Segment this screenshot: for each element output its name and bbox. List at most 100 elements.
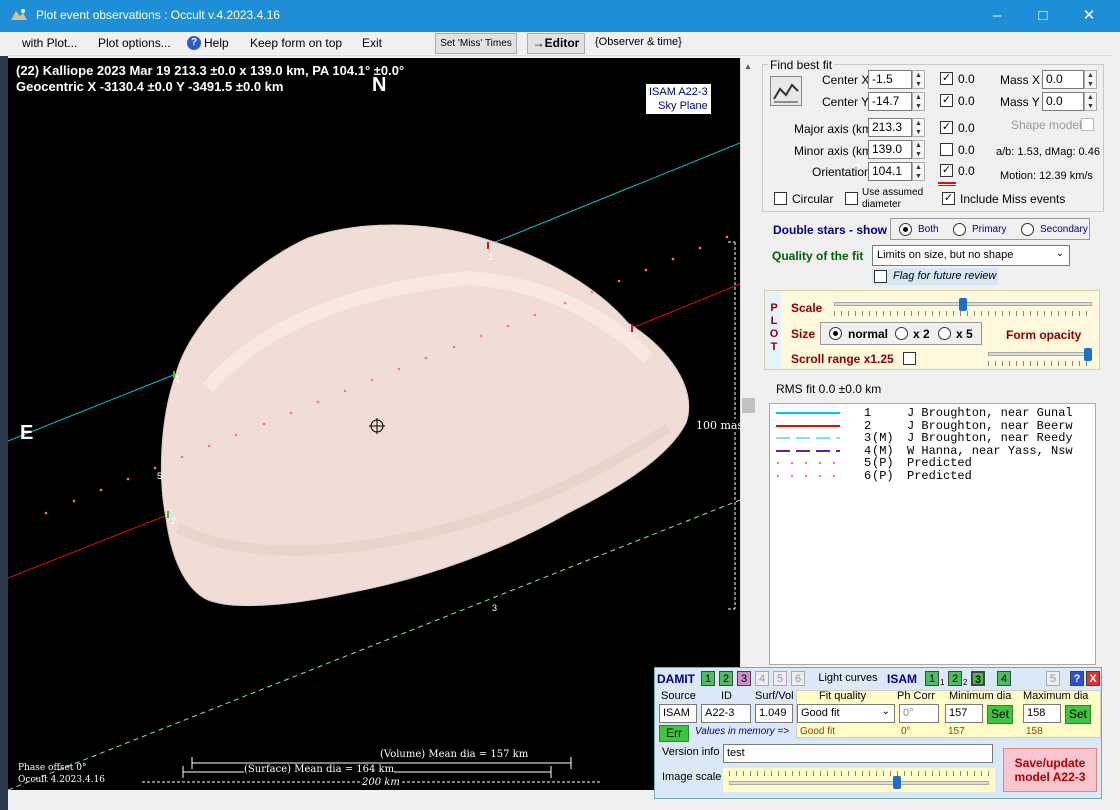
center-x-checkbox[interactable]: ✓ [940, 72, 953, 85]
id-header: ID [721, 690, 732, 702]
close-panel-button[interactable]: X [1086, 671, 1100, 686]
set-miss-times-button[interactable]: Set 'Miss' Times [435, 33, 517, 54]
menu-with-plot[interactable]: with Plot... [22, 36, 77, 50]
center-y-field[interactable]: -14.7 [868, 92, 912, 111]
size-normal-label: normal [848, 327, 889, 341]
ph-corr-header: Ph Corr [897, 690, 935, 702]
image-scale-thumb[interactable] [892, 776, 901, 789]
scroll-range-checkbox[interactable] [903, 352, 916, 365]
form-opacity-track [988, 352, 1092, 356]
double-stars-primary-radio[interactable] [953, 223, 966, 236]
double-stars-secondary-label: Secondary [1040, 224, 1088, 235]
ph-corr-field[interactable]: 0° [899, 704, 939, 723]
max-dia-field[interactable]: 158 [1023, 704, 1061, 723]
menu-observer-time[interactable]: {Observer & time} [595, 36, 682, 48]
use-assumed-diameter-checkbox[interactable] [845, 192, 858, 205]
editor-button[interactable]: →Editor [527, 33, 585, 54]
close-icon[interactable]: ✕ [1066, 0, 1112, 32]
isam-1-button[interactable]: 1 [925, 671, 939, 686]
major-axis-spinner[interactable]: ▲ ▼ [912, 118, 925, 137]
orientation-spinner[interactable]: ▲ ▼ [912, 162, 925, 181]
damit-2-button[interactable]: 2 [719, 671, 733, 686]
center-x-field[interactable]: -1.5 [868, 70, 912, 89]
chord-1-right [487, 142, 740, 246]
mass-x-spinner[interactable]: ▲ ▼ [1084, 70, 1097, 89]
include-miss-checkbox[interactable]: ✓ [942, 192, 955, 205]
set-max-dia-button[interactable]: Set [1065, 705, 1091, 724]
orientation-checkbox[interactable]: ✓ [940, 164, 953, 177]
isam-3-button[interactable]: 3 [971, 671, 985, 686]
image-scale-slider[interactable] [723, 768, 995, 792]
quality-fit-value: Limits on size, but no shape [877, 249, 1014, 261]
isam-2-button[interactable]: 2 [948, 671, 962, 686]
scroll-thumb[interactable] [742, 398, 755, 413]
surface-dia-label: (Surface) Mean dia = 164 km [244, 764, 395, 775]
light-curves-button[interactable]: Light curves [817, 672, 879, 684]
image-scale-track [729, 781, 989, 785]
save-update-model-button[interactable]: Save/update model A22-3 [1003, 748, 1097, 792]
size-x5-radio[interactable] [938, 327, 951, 340]
set-min-dia-button[interactable]: Set [987, 705, 1013, 724]
maximize-icon[interactable]: □ [1020, 0, 1066, 32]
north-label: N [372, 74, 387, 96]
surf-vol-field[interactable]: 1.049 [755, 704, 793, 723]
memory-ph-corr: 0° [901, 726, 911, 737]
orientation-indicator [938, 182, 956, 186]
menu-keep-on-top[interactable]: Keep form on top [250, 36, 342, 50]
quality-fit-label: Quality of the fit [772, 249, 864, 263]
damit-6-button[interactable]: 6 [791, 671, 805, 686]
damit-4-button[interactable]: 4 [755, 671, 769, 686]
plot-canvas[interactable]: (22) Kalliope 2023 Mar 19 213.3 ±0.0 x 1… [8, 58, 740, 790]
orientation-field[interactable]: 104.1 [868, 162, 912, 181]
scale-slider-thumb[interactable] [959, 298, 967, 311]
flag-review-checkbox[interactable] [874, 270, 887, 283]
help-button[interactable]: ? [1070, 671, 1084, 686]
version-info-field[interactable]: test [723, 744, 993, 763]
minimize-icon[interactable]: – [974, 0, 1020, 32]
isam-4-button[interactable]: 4 [997, 671, 1011, 686]
double-stars-secondary-radio[interactable] [1021, 223, 1034, 236]
volume-dia-label: (Volume) Mean dia = 157 km [380, 749, 529, 760]
mass-y-spinner[interactable]: ▲ ▼ [1084, 92, 1097, 111]
form-opacity-slider[interactable] [986, 346, 1096, 368]
quality-fit-select[interactable]: Limits on size, but no shape ⌄ [872, 245, 1070, 266]
mass-y-field[interactable]: 0.0 [1042, 92, 1084, 111]
menu-plot-options[interactable]: Plot options... [98, 36, 171, 50]
form-opacity-thumb[interactable] [1084, 348, 1092, 361]
circular-checkbox[interactable] [774, 192, 787, 205]
mass-y-label: Mass Y [1000, 95, 1040, 109]
minor-axis-checkbox[interactable] [940, 143, 953, 156]
id-field[interactable]: A22-3 [701, 704, 751, 723]
double-stars-both-radio[interactable] [899, 223, 912, 236]
major-axis-field[interactable]: 213.3 [868, 118, 912, 137]
damit-3-button[interactable]: 3 [737, 671, 751, 686]
center-y-checkbox[interactable]: ✓ [940, 94, 953, 107]
menu-help[interactable]: Help [204, 36, 229, 50]
minor-axis-spinner[interactable]: ▲ ▼ [912, 140, 925, 159]
err-button[interactable]: Err [659, 725, 689, 742]
major-axis-checkbox[interactable]: ✓ [940, 121, 953, 134]
center-x-spinner[interactable]: ▲ ▼ [912, 70, 925, 89]
shape-model-checkbox[interactable] [1081, 118, 1094, 131]
source-field[interactable]: ISAM [659, 704, 697, 723]
fit-graph-icon[interactable] [770, 76, 802, 106]
size-x2-radio[interactable] [895, 327, 908, 340]
scroll-up-icon[interactable]: ▲ [744, 62, 752, 71]
scale-slider[interactable] [830, 296, 1096, 318]
plot-letter-l: L [770, 315, 778, 327]
minor-axis-field[interactable]: 139.0 [868, 140, 912, 159]
east-label: E [20, 422, 34, 444]
ab-dmag-text: a/b: 1.53, dMag: 0.46 [996, 146, 1100, 158]
fit-quality-select[interactable]: Good fit ⌄ [797, 704, 895, 723]
menu-exit[interactable]: Exit [362, 36, 382, 50]
chord-label-3: 3 [492, 603, 498, 613]
mass-x-field[interactable]: 0.0 [1042, 70, 1084, 89]
min-dia-field[interactable]: 157 [945, 704, 983, 723]
chord-label-2-left: 2 [171, 516, 177, 526]
damit-5-button[interactable]: 5 [773, 671, 787, 686]
center-y-spinner[interactable]: ▲ ▼ [912, 92, 925, 111]
plot-header-line2: Geocentric X -3130.4 ±0.0 Y -3491.5 ±0.0… [16, 79, 284, 94]
damit-1-button[interactable]: 1 [701, 671, 715, 686]
shape-model-label: Shape model [1011, 118, 1082, 132]
size-normal-radio[interactable] [829, 327, 842, 340]
